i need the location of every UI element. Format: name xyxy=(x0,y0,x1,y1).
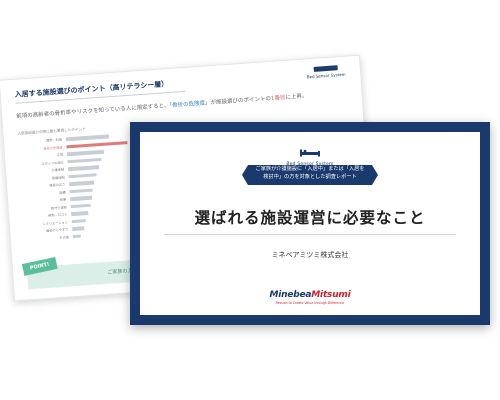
body-suffix: に上昇。 xyxy=(285,93,308,101)
brand-name: MinebeaMitsumi xyxy=(265,290,355,300)
brand-part-1: Minebea xyxy=(269,290,312,300)
chart-row-bar xyxy=(71,218,86,224)
chart-row-bar xyxy=(69,180,95,186)
chart-row-bar xyxy=(70,195,93,201)
chart-row-bar xyxy=(70,203,91,209)
body-prefix: 前項の高齢者の骨折率やリスクを知っている人に限定すると、 xyxy=(16,103,170,120)
chart-row-bar xyxy=(69,188,94,194)
company-name: ミネベアミツミ株式会社 xyxy=(271,251,349,259)
body-highlight: 「骨折の危険度」 xyxy=(169,100,211,110)
chart-row-bar xyxy=(72,226,85,231)
back-logo-text: Bed Sensor System xyxy=(306,71,346,80)
minebeamitsumi-logo: MinebeaMitsumi Passion to Create Value t… xyxy=(265,290,355,305)
chart-row-bar xyxy=(71,210,89,216)
back-slide-title: 入居する施設選びのポイント（高リテラシー層） xyxy=(14,77,185,104)
bed-icon xyxy=(313,65,338,72)
chart-row-bar xyxy=(65,134,109,141)
ribbon-line-2: 検討中」の方を対象とした調査レポート xyxy=(263,173,357,180)
chart-row-bar xyxy=(72,234,81,239)
chart-row-bar xyxy=(67,165,100,171)
chart-row-label: その他 xyxy=(59,234,69,240)
report-title: 選ばれる施設運営に必要なこと xyxy=(194,209,426,227)
body-highlight2: 1番目 xyxy=(270,94,286,102)
chart-row-bar xyxy=(67,157,102,164)
front-cover-slide: Bed Sensor System ご家族が介護施設に「入居中」または「入居を … xyxy=(130,122,490,325)
brand-part-2: Mitsumi xyxy=(311,290,351,300)
bed-sensor-system-logo: Bed Sensor System xyxy=(280,142,340,167)
front-cover-inner: Bed Sensor System ご家族が介護施設に「入居中」または「入居を … xyxy=(140,132,480,315)
bed-icon xyxy=(300,149,320,157)
body-middle: が施設選びのポイントの xyxy=(210,95,272,107)
chart-row-bar xyxy=(68,172,97,179)
chart-row-bar xyxy=(66,149,105,156)
survey-ribbon: ご家族が介護施設に「入居中」または「入居を 検討中」の方を対象とした調査レポート xyxy=(242,165,378,185)
bed-sensor-logo: Bed Sensor System xyxy=(306,65,347,82)
brand-tagline: Passion to Create Value through Differen… xyxy=(275,301,345,305)
title-divider xyxy=(164,234,456,235)
ribbon-line-1: ご家族が介護施設に「入居中」または「入居を xyxy=(255,166,365,172)
